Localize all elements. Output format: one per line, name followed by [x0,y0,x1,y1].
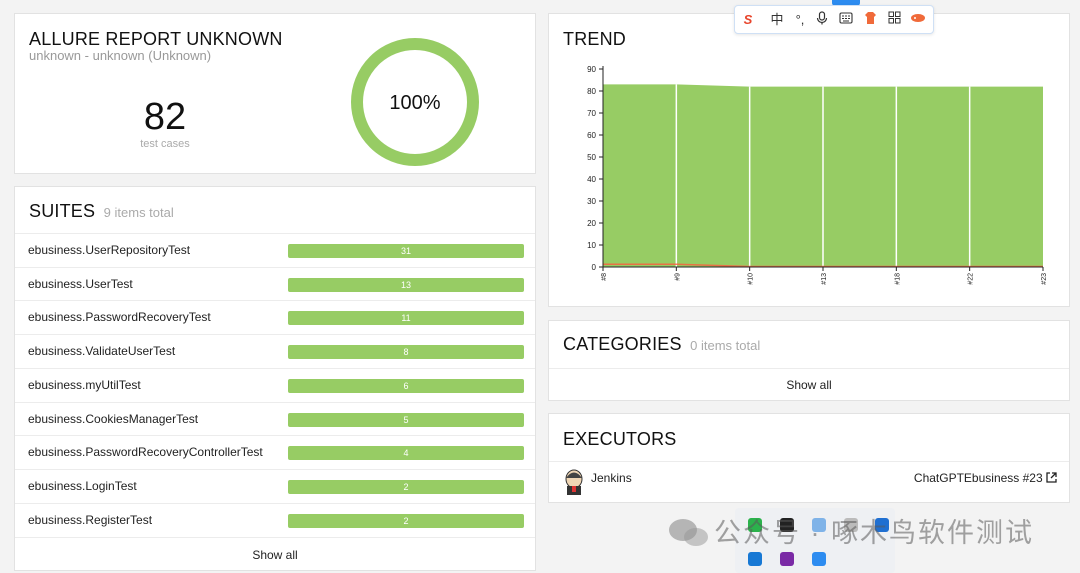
x-tick-label: #13 [821,273,828,285]
wechat-watermark-icon [669,519,708,546]
suites-widget: SUITES 9 items total ebusiness.UserRepos… [14,186,536,571]
suites-title: SUITES [29,201,96,221]
y-tick-label: 50 [587,153,596,162]
executor-build-label: ChatGPTEbusiness #23 [913,471,1043,485]
executor-row: Jenkins ChatGPTEbusiness #23 [549,461,1069,503]
suite-passed-bar[interactable]: 13 [288,277,524,292]
pass-rate-donut[interactable]: 100% [333,22,498,172]
suite-name: ebusiness.ValidateUserTest [28,344,176,359]
y-tick-label: 60 [587,131,596,140]
x-tick-label: #9 [674,273,681,281]
suite-passed-bar[interactable]: 4 [288,446,524,461]
suites-header: SUITES 9 items total [29,201,174,222]
suite-row[interactable]: ebusiness.RegisterTest 2 [15,502,535,537]
x-tick-label: #18 [894,273,901,285]
suite-passed-bar[interactable]: 31 [288,244,524,258]
trend-widget: TREND 0 10 20 30 40 50 60 70 80 90 #8 #9 #10 #13 #18 #2… [548,13,1070,307]
report-title: ALLURE REPORT UNKNOWN [29,29,283,49]
x-tick-label: #23 [1041,273,1048,285]
suite-name: ebusiness.PasswordRecoveryControllerTest [28,445,263,460]
suite-row[interactable]: ebusiness.PasswordRecoveryTest 11 [15,300,535,334]
suite-passed-bar[interactable]: 5 [288,412,524,427]
x-tick-label: #8 [601,273,608,281]
suite-name: ebusiness.UserTest [28,276,133,291]
suite-name: ebusiness.RegisterTest [28,512,153,527]
categories-total: 0 items total [690,338,761,353]
y-tick-label: 40 [587,175,596,184]
suite-row[interactable]: ebusiness.ValidateUserTest 8 [15,334,535,368]
summary-widget: ALLURE REPORT UNKNOWN unknown - unknown … [14,13,536,174]
categories-title: CATEGORIES [563,334,682,354]
suite-row[interactable]: ebusiness.UserRepositoryTest 31 [15,233,535,267]
y-tick-label: 20 [587,219,596,228]
suite-row[interactable]: ebusiness.UserTest 13 [15,266,535,301]
suite-passed-bar[interactable]: 2 [288,513,524,528]
categories-header: CATEGORIES 0 items total [563,334,760,355]
pass-rate-text: 100% [389,92,440,114]
executor-build-link[interactable]: ChatGPTEbusiness #23 [914,471,1057,485]
suite-row[interactable]: ebusiness.myUtilTest 6 [15,367,535,402]
watermark-text: 公众号 · 啄木鸟软件测试 [714,518,1034,548]
executors-widget: EXECUTORS Jenkins ChatGPTEbusiness #23 [548,413,1070,503]
suites-show-all-button[interactable]: Show all [15,537,535,571]
test-cases-count: 82 [143,96,187,138]
executors-title: EXECUTORS [563,429,677,449]
report-subtitle: unknown - unknown (Unknown) [29,48,212,63]
suite-passed-bar[interactable]: 2 [288,479,524,494]
skin-icon[interactable] [861,11,879,29]
suite-passed-bar[interactable]: 8 [288,345,524,360]
y-tick-label: 90 [587,65,596,74]
toolbox-icon[interactable] [885,11,903,29]
microphone-icon[interactable] [813,11,831,29]
ime-toolbar: S 中 °, [734,5,934,34]
suite-name: ebusiness.LoginTest [28,478,137,493]
keyboard-icon[interactable] [837,11,855,29]
suite-row[interactable]: ebusiness.LoginTest 2 [15,468,535,503]
suite-passed-bar[interactable]: 11 [288,311,524,326]
x-tick-label: #10 [748,273,755,285]
executor-name: Jenkins [591,471,632,485]
x-tick-label: #22 [968,273,975,285]
y-tick-label: 30 [587,197,596,206]
security-tray-icon[interactable] [748,552,762,566]
y-tick-label: 10 [587,241,596,250]
suite-row[interactable]: ebusiness.CookiesManagerTest 5 [15,401,535,436]
suites-total: 9 items total [103,205,174,220]
suite-name: ebusiness.PasswordRecoveryTest [28,310,211,325]
chinese-mode-icon[interactable]: 中 [768,11,786,29]
punctuation-icon[interactable]: °, [791,11,809,29]
y-tick-label: 0 [592,263,597,272]
helper-tray-icon[interactable] [812,552,826,566]
suite-passed-bar[interactable]: 6 [288,378,524,393]
trend-chart[interactable]: 0 10 20 30 40 50 60 70 80 90 #8 #9 #10 #13 #18 #22 #23 [549,14,1069,306]
test-cases-label: test cases [140,138,190,150]
suite-name: ebusiness.myUtilTest [28,377,141,392]
more-icon[interactable] [909,11,927,29]
jenkins-avatar-icon [565,469,583,495]
external-link-icon [1046,472,1057,483]
y-tick-label: 70 [587,109,596,118]
categories-widget: CATEGORIES 0 items total Show all [548,320,1070,401]
categories-show-all-button[interactable]: Show all [549,368,1069,401]
suite-name: ebusiness.CookiesManagerTest [28,411,199,426]
suite-name: ebusiness.UserRepositoryTest [28,243,191,257]
onenote-tray-icon[interactable] [780,552,794,566]
suite-row[interactable]: ebusiness.PasswordRecoveryControllerTest… [15,435,535,469]
y-tick-label: 80 [587,87,596,96]
sogou-logo-icon[interactable]: S [739,11,757,29]
